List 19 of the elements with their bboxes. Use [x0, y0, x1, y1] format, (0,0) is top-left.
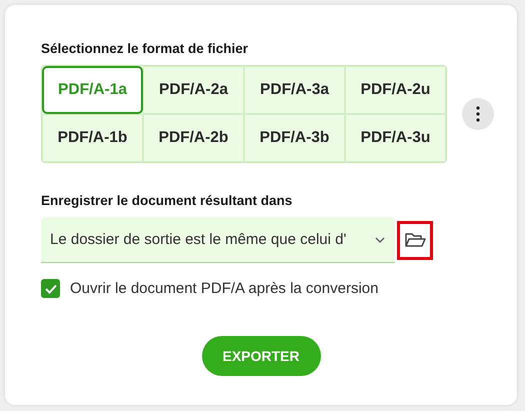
format-option[interactable]: PDF/A-1a [42, 66, 143, 114]
folder-icon [404, 232, 426, 248]
output-label: Enregistrer le document résultant dans [41, 193, 294, 208]
checkmark-icon [44, 284, 56, 294]
chevron-down-icon [375, 236, 385, 242]
more-options-button[interactable] [462, 98, 494, 130]
format-option[interactable]: PDF/A-3u [345, 114, 446, 162]
format-option[interactable]: PDF/A-2u [345, 66, 446, 114]
format-option[interactable]: PDF/A-3a [244, 66, 345, 114]
format-label: Sélectionnez le format de fichier [41, 41, 250, 56]
output-folder-dropdown[interactable]: Le dossier de sortie est le même que celui d' [41, 217, 395, 263]
checkbox-label: Ouvrir le document PDF/A après la conversion [70, 280, 378, 297]
format-option[interactable]: PDF/A-2a [143, 66, 244, 114]
format-option[interactable]: PDF/A-2b [143, 114, 244, 162]
browse-folder-button[interactable] [397, 220, 433, 260]
kebab-icon [476, 106, 480, 122]
format-option[interactable]: PDF/A-1b [42, 114, 143, 162]
format-option[interactable]: PDF/A-3b [244, 114, 345, 162]
checkbox[interactable] [41, 279, 60, 298]
